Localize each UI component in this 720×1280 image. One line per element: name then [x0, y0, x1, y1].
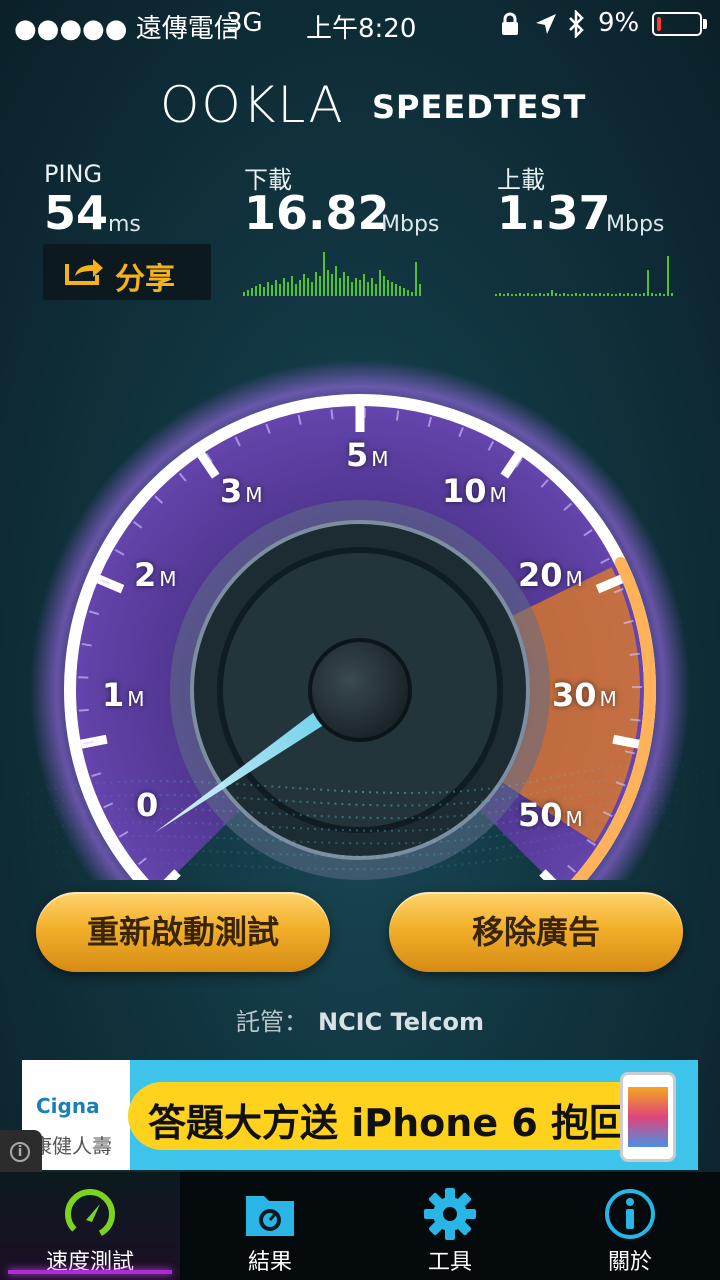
- ad-subtitle: 康健人壽: [32, 1134, 112, 1158]
- ad-headline-banner: 答題大方送 iPhone 6 抱回家: [128, 1082, 665, 1150]
- carrier-text: ●●●●● 遠傳電信: [14, 14, 240, 44]
- ad-info-icon: i: [10, 1142, 30, 1162]
- tab-speed-test[interactable]: 速度測試: [0, 1172, 180, 1280]
- gauge-tick-unit: M: [127, 687, 145, 711]
- location-arrow-icon: [536, 14, 556, 34]
- bluetooth-icon: [569, 10, 584, 38]
- speedometer-icon: [65, 1189, 115, 1239]
- gauge-tick-number: 2: [134, 556, 157, 594]
- ping-unit: ms: [108, 212, 141, 237]
- ad-headline: 答題大方送 iPhone 6 抱回家: [148, 1101, 665, 1145]
- gauge-minor-tick: [630, 718, 641, 722]
- battery-tip: [703, 19, 707, 29]
- speedtest-title: SPEEDTEST: [372, 88, 587, 126]
- host-info: 託管： NCIC Telcom: [0, 1002, 720, 1037]
- ad-info-button[interactable]: i: [0, 1130, 42, 1172]
- tab-about[interactable]: 關於: [540, 1172, 720, 1280]
- gauge-tick-unit: M: [565, 807, 583, 831]
- gauge-minor-tick: [78, 708, 89, 712]
- gauge-tick-20: 20 M: [518, 556, 583, 594]
- remove-ads-button[interactable]: 移除廣告: [389, 892, 683, 972]
- ping-value: 54: [44, 186, 109, 240]
- download-sparkline: [243, 252, 421, 296]
- gauge-tick-number: 0: [136, 786, 159, 824]
- gear-icon: [424, 1188, 476, 1240]
- gauge-minor-tick: [629, 652, 640, 656]
- gauge-tick-1: 1M: [102, 676, 145, 714]
- battery-level: [657, 17, 661, 31]
- share-button[interactable]: 分享: [43, 244, 211, 300]
- tab-label-results: 結果: [247, 1250, 292, 1275]
- gauge-tick-0: 0: [136, 786, 161, 824]
- network-type: 3G: [226, 8, 263, 38]
- gauge-tick-30: 30 M: [552, 676, 617, 714]
- lock-icon: [502, 12, 518, 35]
- tab-label-speed-test: 速度測試: [45, 1250, 134, 1275]
- results-folder-icon: [246, 1196, 294, 1236]
- gauge-major-tick: [612, 734, 640, 749]
- gauge-tick-10: 10 M: [442, 472, 507, 510]
- share-icon: [65, 259, 103, 285]
- battery-icon: [652, 12, 702, 36]
- ad-phone-image: [620, 1072, 676, 1162]
- info-icon: [605, 1189, 655, 1239]
- upload-value: 1.37: [497, 186, 611, 240]
- gauge-tick-unit: M: [599, 687, 617, 711]
- tab-results[interactable]: 結果: [180, 1172, 360, 1280]
- gauge-tick-unit: M: [489, 483, 507, 507]
- ad-banner[interactable]: Cigna 康健人壽 答題大方送 iPhone 6 抱回家: [22, 1060, 698, 1170]
- gauge-tick-3: 3M: [220, 472, 263, 510]
- ad-logo: Cigna: [36, 1094, 100, 1118]
- app-header: OOKLA SPEEDTEST: [0, 72, 720, 134]
- tab-tools[interactable]: 工具: [360, 1172, 540, 1280]
- gauge-tick-5: 5M: [346, 436, 389, 474]
- battery-percent: 9%: [598, 8, 640, 38]
- download-value: 16.82: [244, 186, 390, 240]
- upload-unit: Mbps: [606, 212, 665, 237]
- restart-test-button[interactable]: 重新啟動測試: [36, 892, 330, 972]
- ookla-logo: OOKLA: [160, 76, 345, 134]
- gauge-tick-unit: M: [245, 483, 263, 507]
- status-bar: ●●●●● 遠傳電信 3G 上午8:20 9%: [0, 0, 720, 50]
- gauge-tick-number: 30: [552, 676, 597, 714]
- gauge-tick-unit: M: [159, 567, 177, 591]
- gauge-tick-2: 2M: [134, 556, 177, 594]
- host-name: NCIC Telcom: [317, 1008, 484, 1036]
- gauge-tick-number: 20: [518, 556, 563, 594]
- gauge-tick-number: 1: [102, 676, 125, 714]
- ping-label: PING: [44, 160, 103, 188]
- upload-sparkline: [495, 256, 673, 296]
- gauge-tick-number: 50: [518, 796, 563, 834]
- gauge-tick-number: 3: [220, 472, 243, 510]
- gauge-tick-number: 5: [346, 436, 369, 474]
- ad-phone-screen: [628, 1087, 668, 1147]
- gauge-tick-50: 50 M: [518, 796, 583, 834]
- tab-bar: 速度測試 結果 工具 關於: [0, 1172, 720, 1280]
- gauge-minor-tick: [395, 410, 400, 421]
- gauge-tick-unit: M: [565, 567, 583, 591]
- tab-label-about: 關於: [607, 1250, 652, 1275]
- host-label: 託管：: [235, 1008, 308, 1036]
- tab-label-tools: 工具: [427, 1250, 472, 1275]
- gauge-tick-number: 10: [442, 472, 487, 510]
- share-label: 分享: [115, 262, 175, 297]
- gauge-minor-tick: [330, 409, 334, 420]
- gauge-hub: [308, 638, 412, 742]
- clock: 上午8:20: [306, 14, 417, 44]
- download-unit: Mbps: [381, 212, 440, 237]
- gauge-tick-unit: M: [371, 447, 389, 471]
